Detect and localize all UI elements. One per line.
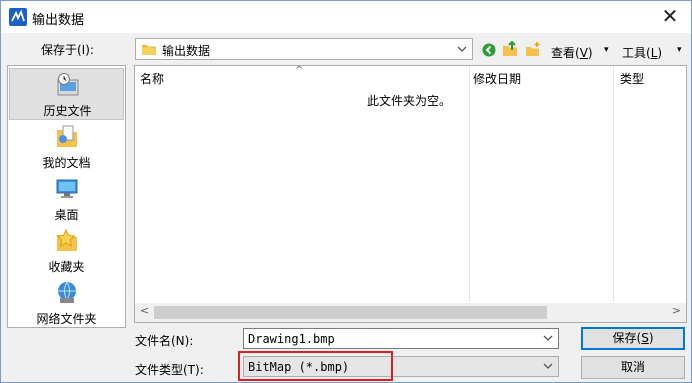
recent-files-icon (55, 72, 81, 98)
window-title: 输出数据 (32, 13, 85, 28)
filetype-label: 文件类型(T): (135, 363, 204, 377)
sidebar-item-label: 收藏夹 (48, 260, 85, 274)
save-button[interactable]: 保存(S) (581, 327, 685, 350)
save-in-label: 保存于(I): (41, 43, 94, 57)
desktop-icon (54, 176, 80, 202)
sidebar-item-favorites[interactable]: 收藏夹 (9, 225, 124, 277)
column-header-modified[interactable]: 修改日期 (473, 70, 521, 92)
empty-folder-message: 此文件夹为空。 (367, 94, 452, 108)
sidebar-item-label: 我的文档 (42, 156, 91, 170)
chevron-down-icon[interactable] (542, 332, 554, 344)
places-bar: 历史文件 我的文档 桌面 收藏夹 网络文件夹 (7, 65, 126, 328)
save-dialog: 输出数据 ✕ 保存于(I): 输出数据 查看(V) ▾ 工具(L) ▾ 历史文件 (0, 0, 692, 383)
scrollbar-thumb[interactable] (154, 306, 547, 319)
up-folder-icon[interactable] (502, 40, 518, 60)
highlight-box (238, 351, 393, 381)
file-list[interactable]: ^ 名称 修改日期 类型 此文件夹为空。 < > (134, 65, 687, 323)
filename-label: 文件名(N): (135, 334, 194, 348)
chevron-down-icon[interactable] (456, 43, 468, 55)
tools-menu[interactable]: 工具(L) (622, 44, 662, 61)
column-divider (469, 66, 470, 302)
new-folder-icon[interactable] (525, 42, 541, 60)
view-dropdown-icon[interactable]: ▾ (604, 45, 609, 55)
scroll-right-icon[interactable]: > (672, 304, 681, 317)
sidebar-item-recent[interactable]: 历史文件 (9, 68, 124, 120)
filename-value: Drawing1.bmp (248, 332, 335, 346)
tools-dropdown-icon[interactable]: ▾ (677, 45, 682, 55)
column-header-name[interactable]: 名称 (140, 70, 164, 92)
cancel-button[interactable]: 取消 (581, 356, 685, 379)
column-header-type[interactable]: 类型 (620, 70, 644, 92)
sidebar-item-network-folder[interactable]: 网络文件夹 (9, 277, 124, 329)
sidebar-item-label: 历史文件 (43, 104, 92, 118)
favorites-icon (54, 228, 80, 254)
view-menu[interactable]: 查看(V) (551, 44, 593, 61)
sidebar-item-desktop[interactable]: 桌面 (9, 173, 124, 225)
column-divider (613, 66, 614, 302)
sidebar-item-my-documents[interactable]: 我的文档 (9, 121, 124, 173)
my-documents-icon (54, 124, 80, 150)
network-folder-icon (54, 280, 80, 306)
folder-icon (142, 43, 156, 58)
sort-ascending-icon: ^ (295, 65, 304, 76)
app-logo-icon (9, 8, 27, 26)
title-bar: 输出数据 ✕ (1, 1, 691, 33)
back-icon[interactable] (482, 43, 496, 60)
horizontal-scrollbar[interactable]: < > (135, 303, 686, 322)
scroll-left-icon[interactable]: < (140, 304, 149, 317)
sidebar-item-label: 桌面 (54, 208, 79, 222)
filename-input[interactable]: Drawing1.bmp (243, 328, 559, 349)
chevron-down-icon[interactable] (542, 360, 554, 372)
save-in-value: 输出数据 (162, 44, 211, 58)
close-button[interactable]: ✕ (659, 5, 681, 27)
save-in-dropdown[interactable]: 输出数据 (135, 38, 473, 60)
sidebar-item-label: 网络文件夹 (36, 312, 97, 326)
